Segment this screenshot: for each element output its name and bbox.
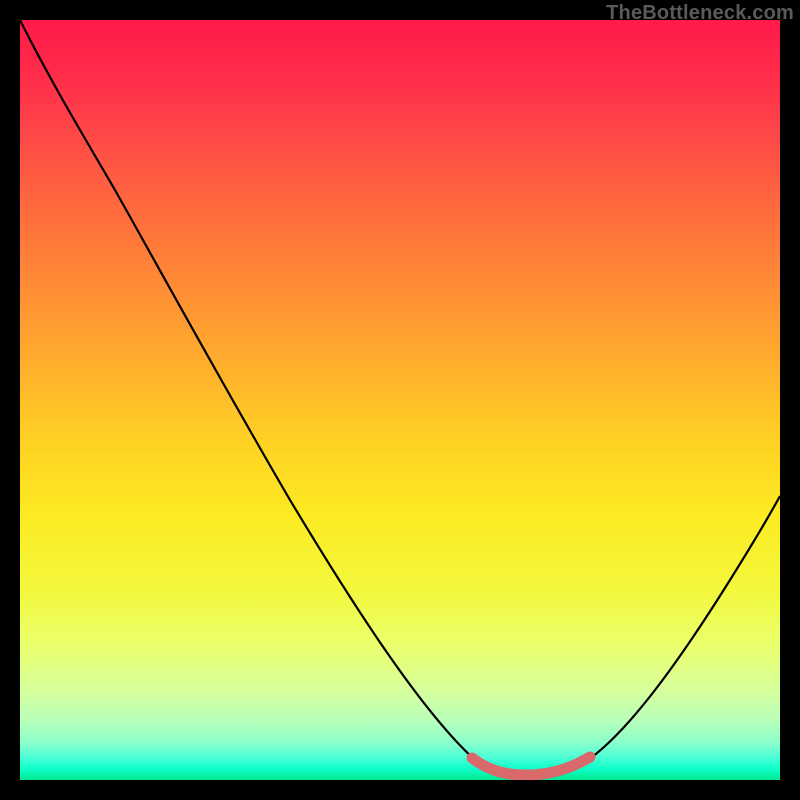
chart-container: TheBottleneck.com (0, 0, 800, 800)
bottleneck-curve (20, 20, 780, 776)
plot-area (20, 20, 780, 780)
watermark-text: TheBottleneck.com (606, 2, 794, 25)
valley-marker (472, 757, 590, 775)
curve-svg (20, 20, 780, 780)
